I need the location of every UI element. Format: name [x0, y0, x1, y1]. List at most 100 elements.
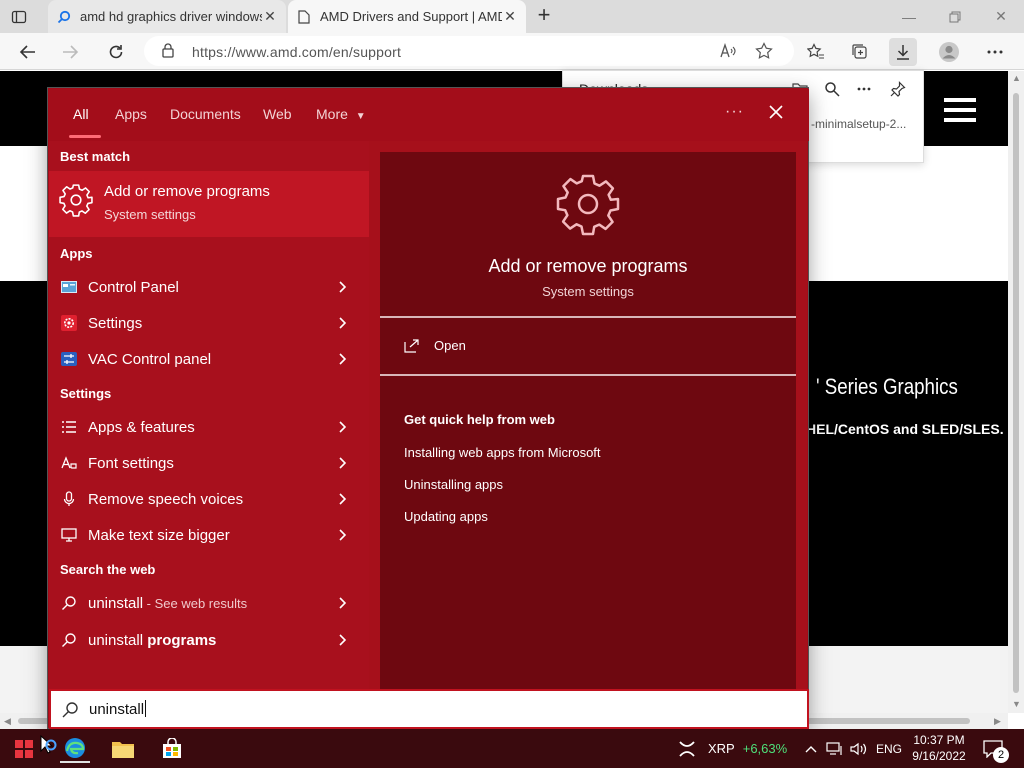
search-query[interactable]: uninstall [89, 700, 147, 718]
address-bar[interactable]: https://www.amd.com/en/support [144, 36, 794, 66]
result-font-settings[interactable]: Font settings [49, 445, 369, 481]
favorites-icon[interactable] [802, 38, 830, 66]
tab-title: AMD Drivers and Support | AMD [320, 9, 502, 24]
profile-avatar-icon[interactable] [935, 38, 963, 66]
read-aloud-icon[interactable] [718, 41, 738, 61]
minimize-icon[interactable]: — [886, 0, 932, 33]
result-label: uninstall programs [88, 632, 216, 649]
browser-tab-search[interactable]: amd hd graphics driver windows ✕ [48, 0, 286, 33]
clock-date: 9/16/2022 [912, 749, 966, 763]
more-menu-icon[interactable] [981, 38, 1009, 66]
web-result-suffix: - See web results [143, 596, 248, 611]
tab-actions-icon[interactable] [8, 6, 30, 28]
restore-icon[interactable] [932, 0, 978, 33]
web-result-uninstall[interactable]: uninstall - See web results [49, 585, 369, 621]
system-clock[interactable]: 10:37 PM 9/16/2022 [908, 732, 970, 764]
pin-icon[interactable] [889, 80, 907, 98]
download-filename[interactable]: -minimalsetup-2... [811, 117, 906, 131]
quick-help-header: Get quick help from web [404, 412, 555, 427]
input-language[interactable]: ENG [876, 729, 902, 768]
downloads-icon[interactable] [889, 38, 917, 66]
scrollbar-thumb[interactable] [1013, 93, 1019, 693]
network-icon[interactable] [826, 729, 844, 768]
page-subheading: HEL/CentOS and SLED/SLES. [806, 421, 1004, 437]
refresh-icon[interactable] [102, 38, 130, 66]
chevron-right-icon[interactable] [336, 419, 350, 435]
result-settings[interactable]: Settings [49, 305, 369, 341]
page-icon [296, 9, 312, 25]
taskbar-file-explorer[interactable] [108, 735, 138, 763]
search-icon [62, 702, 78, 718]
downloads-more-icon[interactable] [855, 80, 873, 98]
result-remove-speech-voices[interactable]: Remove speech voices [49, 481, 369, 517]
search-web-header: Search the web [60, 562, 156, 577]
clock-time: 10:37 PM [913, 733, 965, 747]
chevron-right-icon[interactable] [336, 595, 350, 611]
chevron-right-icon[interactable] [336, 527, 350, 543]
chevron-down-icon: ▼ [355, 111, 366, 122]
vertical-scrollbar[interactable]: ▲ ▼ [1008, 71, 1024, 713]
help-link[interactable]: Updating apps [404, 509, 488, 524]
divider [380, 316, 796, 318]
search-icon [60, 631, 78, 649]
browser-tabstrip: amd hd graphics driver windows ✕ AMD Dri… [0, 0, 1024, 33]
search-icon [56, 9, 72, 25]
chevron-right-icon[interactable] [336, 455, 350, 471]
help-link[interactable]: Uninstalling apps [404, 477, 503, 492]
browser-tab-amd[interactable]: AMD Drivers and Support | AMD ✕ [288, 0, 526, 33]
collections-icon[interactable] [846, 38, 874, 66]
result-label: VAC Control panel [88, 351, 212, 368]
chevron-right-icon[interactable] [336, 491, 350, 507]
result-apps-features[interactable]: Apps & features [49, 409, 369, 445]
monitor-icon [60, 526, 78, 544]
forward-icon[interactable] [56, 38, 84, 66]
taskbar-store[interactable] [157, 735, 187, 763]
chevron-right-icon[interactable] [336, 315, 350, 331]
new-tab-button[interactable]: + [532, 4, 556, 28]
font-icon [60, 454, 78, 472]
result-vac-control-panel[interactable]: VAC Control panel [49, 341, 369, 377]
filter-tab-more[interactable]: More ▼ [316, 106, 366, 122]
taskbar-edge[interactable] [60, 735, 90, 763]
search-box[interactable]: uninstall [49, 689, 809, 729]
filter-tab-apps[interactable]: Apps [115, 106, 147, 122]
chevron-right-icon[interactable] [336, 351, 350, 367]
best-match-item[interactable]: Add or remove programs System settings [49, 171, 369, 237]
ticker-widget[interactable]: XRP +6,63% [678, 729, 787, 768]
chevron-right-icon[interactable] [336, 632, 350, 648]
hamburger-menu-icon[interactable] [944, 98, 976, 124]
chevron-right-icon[interactable] [336, 279, 350, 295]
filter-tab-web[interactable]: Web [263, 106, 292, 122]
preview-subtitle: System settings [542, 284, 634, 299]
best-match-header: Best match [60, 149, 131, 164]
start-button[interactable] [10, 735, 38, 763]
close-window-icon[interactable]: ✕ [978, 0, 1024, 33]
search-downloads-icon[interactable] [823, 80, 841, 98]
result-label: Font settings [88, 455, 174, 472]
cortana-icon[interactable] [44, 731, 58, 759]
close-tab-icon[interactable]: ✕ [262, 8, 278, 25]
filter-tab-documents[interactable]: Documents [170, 106, 241, 122]
microphone-icon [60, 490, 78, 508]
open-action[interactable]: Open [404, 338, 466, 353]
close-tab-icon[interactable]: ✕ [502, 8, 518, 25]
show-hidden-icons[interactable] [804, 729, 818, 768]
result-label: Make text size bigger [88, 527, 230, 544]
close-icon[interactable] [765, 101, 787, 123]
web-result-term: uninstall [88, 595, 144, 612]
list-icon [60, 418, 78, 436]
result-make-text-size-bigger[interactable]: Make text size bigger [49, 517, 369, 553]
volume-icon[interactable] [850, 729, 868, 768]
divider [380, 374, 796, 376]
notifications-button[interactable]: 2 [983, 729, 1009, 768]
result-control-panel[interactable]: Control Panel [49, 269, 369, 305]
best-match-title: Add or remove programs [104, 183, 270, 200]
back-icon[interactable] [14, 38, 42, 66]
xrp-icon [679, 740, 695, 757]
help-link[interactable]: Installing web apps from Microsoft [404, 445, 601, 460]
add-favorite-icon[interactable] [754, 41, 774, 61]
web-result-uninstall-programs[interactable]: uninstall programs [49, 622, 369, 658]
filter-tab-all[interactable]: All [73, 106, 89, 122]
more-options-icon[interactable]: ··· [725, 103, 744, 121]
active-tab-indicator [69, 135, 101, 138]
